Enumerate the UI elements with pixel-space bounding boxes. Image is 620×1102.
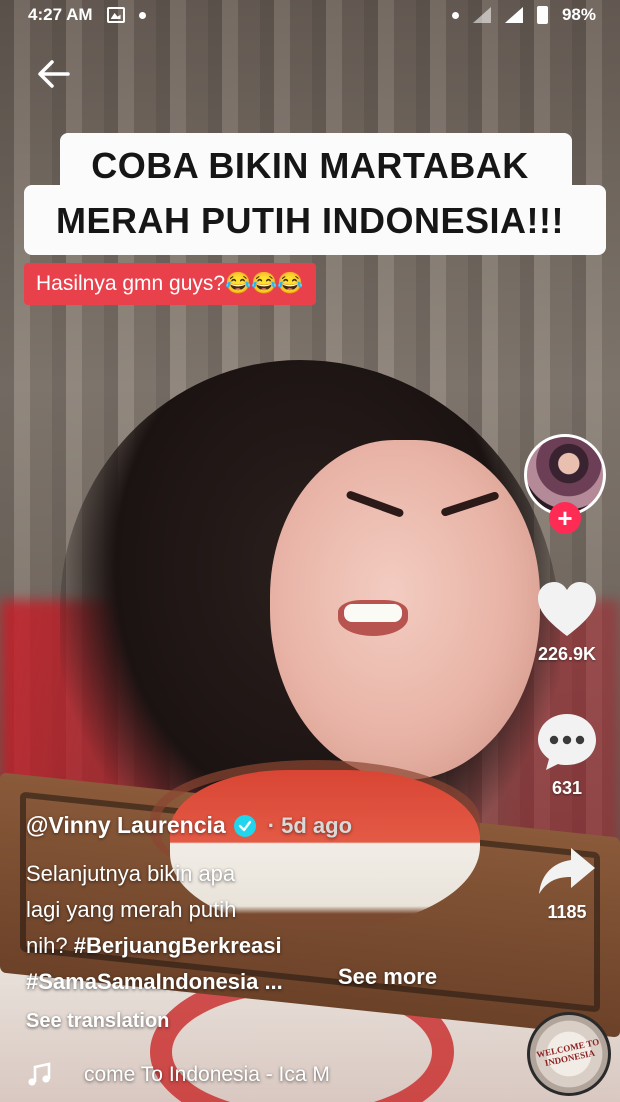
music-note-icon — [28, 1062, 51, 1086]
video-subtitle: Hasilnya gmn guys?😂😂😂 — [24, 263, 316, 305]
video-title-line1: COBA BIKIN MARTABAK — [91, 145, 529, 186]
notification-dot-icon — [138, 11, 146, 19]
video-subtitle-text: Hasilnya gmn guys?😂😂😂 — [36, 272, 304, 295]
share-button[interactable]: 1185 — [530, 846, 604, 923]
signal-weak-icon — [472, 7, 491, 23]
music-title: come To Indonesia - Ica M — [84, 1063, 330, 1086]
status-left: 4:27 AM — [28, 5, 146, 25]
status-time: 4:27 AM — [28, 5, 93, 24]
post-age: · 5d ago — [267, 812, 353, 838]
back-button[interactable] — [34, 54, 74, 94]
notification-dot-icon — [451, 11, 459, 19]
hashtag-link[interactable]: #BerjuangBerkreasi — [74, 933, 282, 958]
description-line: nih? #BerjuangBerkreasi — [26, 928, 326, 964]
comment-icon — [538, 714, 596, 770]
checkmark-icon — [238, 820, 251, 831]
see-translation-link[interactable]: See translation — [26, 1010, 169, 1033]
description-line: Selanjutnya bikin apa — [26, 861, 236, 886]
plus-icon: + — [557, 503, 573, 533]
comment-button[interactable]: 631 — [530, 712, 604, 799]
battery-level: 98% — [561, 5, 596, 24]
music-disc-icon: WELCOME TO INDONESIA — [535, 1036, 601, 1069]
description-line: lagi yang merah putih — [26, 897, 237, 922]
share-icon — [539, 848, 595, 894]
description-text: nih? — [26, 933, 74, 958]
author-row: @Vinny Laurencia · 5d ago — [26, 812, 352, 839]
author-name[interactable]: @Vinny Laurencia — [26, 812, 226, 839]
comment-count: 631 — [551, 778, 583, 798]
music-row[interactable]: come To Indonesia - Ica M — [26, 1062, 364, 1088]
image-icon — [106, 7, 125, 23]
status-right: 98% — [451, 5, 596, 25]
like-button[interactable]: 226.9K — [530, 580, 604, 665]
music-disc-button[interactable]: WELCOME TO INDONESIA — [527, 1012, 611, 1096]
hashtag-link[interactable]: #SamaSamaIndonesia ... — [26, 964, 326, 1000]
post-description: Selanjutnya bikin apa lagi yang merah pu… — [26, 856, 326, 1000]
battery-icon — [536, 6, 548, 24]
heart-icon — [538, 582, 596, 636]
back-arrow-icon — [38, 60, 70, 88]
teeth — [344, 604, 402, 622]
see-more-link[interactable]: See more — [338, 964, 437, 990]
video-title-line2: MERAH PUTIH INDONESIA!!! — [56, 200, 564, 241]
follow-button[interactable]: + — [549, 502, 581, 534]
signal-icon — [504, 7, 523, 23]
verified-icon — [233, 814, 256, 837]
share-count: 1185 — [547, 902, 587, 922]
status-bar: 4:27 AM 98% — [0, 0, 620, 30]
like-count: 226.9K — [537, 644, 597, 664]
